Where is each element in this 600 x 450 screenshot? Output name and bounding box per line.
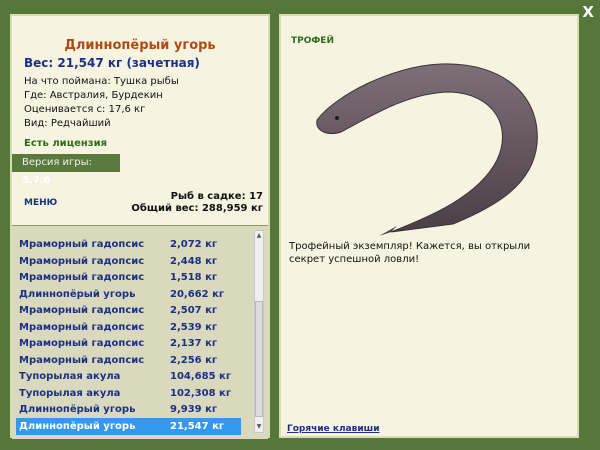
- list-item[interactable]: Мраморный гадопсис 2,507 кг: [16, 302, 241, 319]
- list-item-name: Длиннопёрый угорь: [19, 404, 136, 415]
- license-status: Есть лицензия: [24, 138, 108, 149]
- species-line: Вид: Редчайший: [24, 118, 111, 129]
- list-item-name: Мраморный гадопсис: [19, 272, 145, 283]
- catch-details: На что поймана: Тушка рыбы Где: Австрали…: [24, 75, 179, 131]
- fish-name: Длиннопёрый угорь: [64, 38, 216, 53]
- list-item-weight: 104,685 кг: [170, 371, 232, 382]
- keepnet-total: Общий вес: 288,959 кг: [131, 203, 263, 214]
- list-item[interactable]: Мраморный гадопсис 2,539 кг: [16, 319, 241, 336]
- list-item-weight: 2,507 кг: [170, 305, 218, 316]
- list-item-weight: 20,662 кг: [170, 288, 225, 300]
- list-item[interactable]: Мраморный гадопсис 2,448 кг: [16, 253, 241, 270]
- trophy-title: ТРОФЕЙ: [291, 36, 334, 46]
- list-item[interactable]: Мраморный гадопсис 2,256 кг: [16, 352, 241, 369]
- list-item-weight: 2,072 кг: [170, 239, 218, 250]
- list-item[interactable]: Тупорылая акула 104,685 кг: [16, 368, 241, 385]
- list-item[interactable]: Мраморный гадопсис 2,072 кг: [16, 236, 241, 253]
- list-item-weight: 102,308 кг: [170, 387, 232, 399]
- version-label: Версия игры:: [22, 157, 92, 168]
- trophy-panel: ТРОФЕЙ Трофейный экземпляр! Кажется, вы …: [279, 14, 579, 438]
- list-item-weight: 2,539 кг: [170, 321, 218, 333]
- list-item[interactable]: Длиннопёрый угорь 21,547 кг: [16, 417, 241, 435]
- keepnet-summary: Рыб в садке: 17 Общий вес: 288,959 кг: [131, 191, 263, 215]
- list-item-name: Мраморный гадопсис: [19, 305, 145, 316]
- fish-list[interactable]: ▲ ▼ Мраморный гадопсис 2,072 кг Мраморный …: [12, 225, 268, 439]
- list-item-name: Тупорылая акула: [19, 387, 121, 399]
- list-item-name: Мраморный гадопсис: [19, 321, 145, 333]
- trophy-message: Трофейный экземпляр! Кажется, вы открыли…: [289, 241, 531, 265]
- scroll-down-icon[interactable]: ▼: [255, 422, 263, 432]
- list-item[interactable]: Длиннопёрый угорь 9,939 кг: [16, 401, 241, 418]
- list-item-name: Длиннопёрый угорь: [19, 288, 136, 300]
- hotkeys-link[interactable]: Горячие клавиши: [287, 424, 380, 434]
- menu-button[interactable]: МЕНЮ: [24, 198, 57, 208]
- scroll-thumb[interactable]: [255, 301, 263, 417]
- version-badge: Версия игры: 3.7.6: [12, 154, 120, 186]
- list-item-name: Мраморный гадопсис: [19, 255, 145, 267]
- list-item-name: Мраморный гадопсис: [19, 354, 145, 366]
- bait-line: На что поймана: Тушка рыбы: [24, 76, 179, 87]
- list-item[interactable]: Длиннопёрый угорь 20,662 кг: [16, 286, 241, 303]
- catch-info-panel: Длиннопёрый угорь Вес: 21,547 кг (зачетн…: [10, 14, 270, 439]
- scroll-up-icon[interactable]: ▲: [255, 231, 263, 241]
- list-scrollbar[interactable]: ▲ ▼: [254, 230, 264, 433]
- list-item-name: Мраморный гадопсис: [19, 239, 145, 250]
- list-item-name: Тупорылая акула: [19, 371, 121, 382]
- keepnet-count: Рыб в садке: 17: [170, 191, 263, 202]
- list-item-weight: 1,518 кг: [170, 272, 218, 283]
- list-item-name: Длиннопёрый угорь: [19, 420, 136, 432]
- location-line: Где: Австралия, Бурдекин: [24, 90, 163, 101]
- list-item-weight: 2,137 кг: [170, 338, 218, 349]
- list-item-name: Мраморный гадопсис: [19, 338, 145, 349]
- list-item[interactable]: Мраморный гадопсис 2,137 кг: [16, 335, 241, 352]
- close-icon[interactable]: X: [582, 4, 594, 20]
- list-item[interactable]: Мраморный гадопсис 1,518 кг: [16, 269, 241, 286]
- eel-image: [316, 63, 538, 236]
- list-item-weight: 21,547 кг: [170, 420, 225, 432]
- list-item-weight: 2,256 кг: [170, 354, 218, 366]
- list-item-weight: 2,448 кг: [170, 255, 218, 267]
- version-number: 3.7.6: [22, 175, 51, 186]
- value-line: Оценивается с: 17,6 кг: [24, 104, 146, 115]
- list-item[interactable]: Тупорылая акула 102,308 кг: [16, 385, 241, 402]
- fish-weight: Вес: 21,547 кг (зачетная): [24, 56, 200, 70]
- list-item-weight: 9,939 кг: [170, 404, 218, 415]
